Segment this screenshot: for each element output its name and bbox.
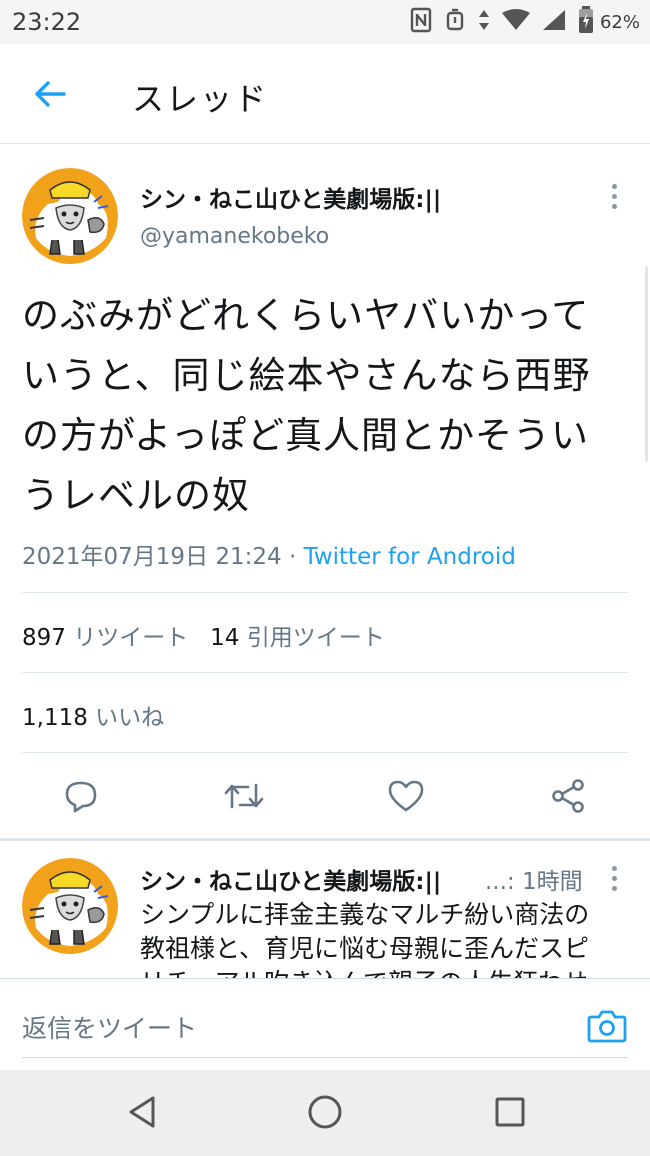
camera-button[interactable] xyxy=(586,1005,628,1047)
tweet-actions xyxy=(0,766,650,826)
reply-icon xyxy=(65,781,97,813)
retweet-button[interactable] xyxy=(224,776,264,816)
reply-text-line: 教祖様と、育児に悩む母親に歪んだスピ xyxy=(140,934,590,963)
author-avatar[interactable] xyxy=(22,168,118,264)
retweet-stats: 897 リツイート 14 引用ツイート xyxy=(22,618,385,652)
status-time: 23:22 xyxy=(12,8,82,36)
reply-button[interactable] xyxy=(61,776,101,816)
author-name[interactable]: シン・ねこ山ひと美劇場版:|| xyxy=(140,180,441,214)
reply-author-name[interactable]: シン・ねこ山ひと美劇場版:|| xyxy=(140,862,441,896)
wifi-icon xyxy=(501,9,530,35)
home-circle-icon xyxy=(308,1095,342,1129)
reply-input-underline xyxy=(22,1057,628,1058)
recents-square-icon xyxy=(495,1097,525,1127)
divider xyxy=(22,672,628,673)
section-divider xyxy=(0,838,650,841)
reply-input[interactable]: 返信をツイート xyxy=(22,1009,197,1045)
signal-icon xyxy=(542,9,566,35)
quotes-label: 引用ツイート xyxy=(246,625,385,651)
status-icons: 62% xyxy=(410,6,640,38)
battery-percent: 62% xyxy=(599,11,640,33)
tweet-text: のぶみがどれくらいヤバいかって いうと、同じ絵本やさんなら西野 の方がよっぽど真… xyxy=(22,286,628,526)
likes-label: いいね xyxy=(95,705,165,731)
tweet-timestamp: 2021年07月19日 21:24 · xyxy=(22,544,304,570)
quotes-link[interactable]: 14 引用ツイート xyxy=(210,625,385,651)
likes-link[interactable]: 1,118 いいね xyxy=(22,698,164,732)
reply-author-avatar[interactable] xyxy=(22,858,118,954)
status-bar: 23:22 62% xyxy=(0,0,650,44)
thread-header: スレッド xyxy=(0,44,650,144)
tweet-text-line: うレベルの奴 xyxy=(22,474,250,517)
like-button[interactable] xyxy=(386,776,426,816)
alarm-icon xyxy=(444,7,466,37)
share-button[interactable] xyxy=(548,776,588,816)
android-nav-bar xyxy=(0,1070,650,1156)
nav-back-button[interactable] xyxy=(122,1092,162,1132)
divider xyxy=(22,592,628,593)
back-button[interactable] xyxy=(28,72,72,116)
retweets-label: リツイート xyxy=(73,625,189,651)
reply-time: ...: 1時間 xyxy=(485,869,583,895)
like-icon xyxy=(388,780,424,812)
author-handle[interactable]: @yamanekobeko xyxy=(140,224,329,249)
page-title: スレッド xyxy=(132,80,269,118)
tweet-text-line: の方がよっぽど真人間とかそうい xyxy=(22,414,590,457)
reply-text[interactable]: シンプルに拝金主義なマルチ紛い商法の 教祖様と、育児に悩む母親に歪んだスピ リチ… xyxy=(140,898,630,978)
more-options-icon[interactable] xyxy=(604,184,624,209)
reply-text-line: リチュアル吹き込んで親子の人生狂わせ xyxy=(140,966,630,978)
battery-icon xyxy=(578,6,594,38)
data-arrows-icon xyxy=(478,8,490,36)
reply-more-options-icon[interactable] xyxy=(604,866,624,891)
nav-home-button[interactable] xyxy=(305,1092,345,1132)
retweets-link[interactable]: 897 リツイート xyxy=(22,625,188,651)
reply-text-line: シンプルに拝金主義なマルチ紛い商法の xyxy=(140,900,590,929)
retweets-count: 897 xyxy=(22,625,66,651)
tweet-meta: 2021年07月19日 21:24 · Twitter for Android xyxy=(22,537,516,571)
nfc-icon xyxy=(410,7,432,37)
retweet-icon xyxy=(224,783,264,809)
reply-compose-bar: 返信をツイート xyxy=(0,978,650,1070)
divider xyxy=(22,752,628,753)
back-triangle-icon xyxy=(129,1096,155,1128)
tweet-text-line: いうと、同じ絵本やさんなら西野 xyxy=(22,354,591,397)
scrollbar[interactable] xyxy=(645,266,648,462)
tweet-source-link[interactable]: Twitter for Android xyxy=(304,544,516,570)
quotes-count: 14 xyxy=(210,625,240,651)
share-icon xyxy=(552,779,584,813)
camera-icon xyxy=(587,1010,627,1043)
likes-count: 1,118 xyxy=(22,705,88,731)
nav-recents-button[interactable] xyxy=(490,1092,530,1132)
tweet-text-line: のぶみがどれくらいヤバいかって xyxy=(22,294,590,337)
arrow-left-icon xyxy=(35,81,66,107)
